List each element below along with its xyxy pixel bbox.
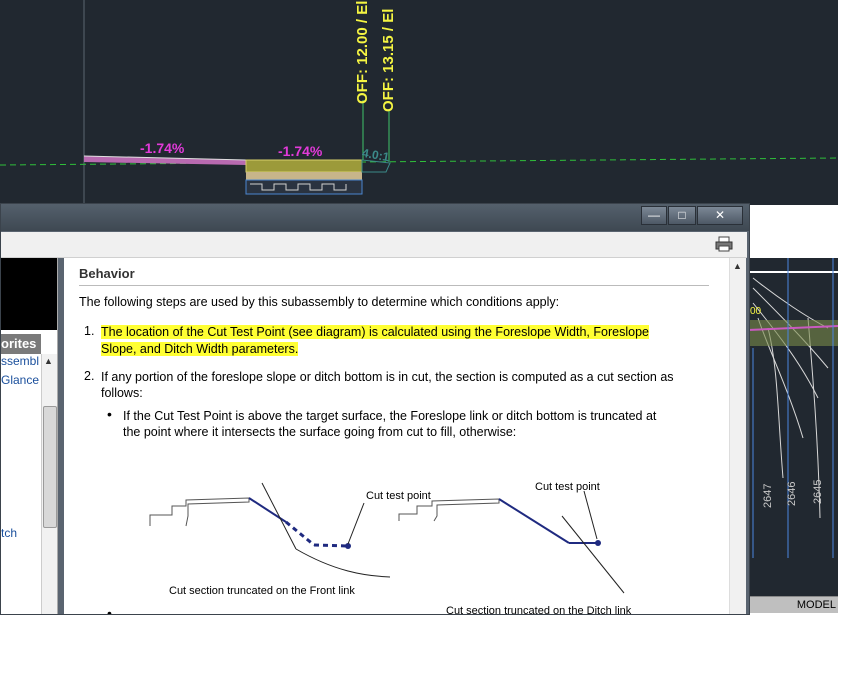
bullet-1-line-1: If the Cut Test Point is above the targe… (123, 409, 657, 423)
step-2-number: 2. (84, 369, 95, 383)
step-2-line-2: follows: (101, 386, 143, 400)
model-tab[interactable]: MODEL (748, 596, 838, 613)
cad-section-graphics (0, 0, 838, 205)
maximize-button[interactable]: □ (668, 206, 696, 225)
print-icon[interactable] (715, 236, 733, 252)
minimize-button[interactable]: — (641, 206, 667, 225)
bullet-dot-2: • (107, 605, 112, 614)
offset-label-2: OFF: 13.15 / El (380, 8, 397, 112)
section-heading: Behavior (79, 266, 135, 281)
right-diagram-caption: Cut section truncated on the Ditch link (446, 605, 632, 614)
nav-item-ditch[interactable]: tch (1, 526, 17, 540)
heading-divider (79, 285, 709, 286)
model-tab-label: MODEL (796, 599, 836, 611)
contour-graphics (748, 258, 838, 558)
content-scrollbar[interactable]: ▲ (729, 258, 746, 614)
bullet-dot: • (107, 406, 112, 422)
step-2-line-1: If any portion of the foreslope slope or… (101, 370, 674, 384)
nav-scroll-thumb[interactable] (43, 406, 57, 528)
intro-text: The following steps are used by this sub… (79, 295, 560, 309)
margin-strip (838, 0, 863, 612)
right-cut-test-point-label: Cut test point (535, 481, 600, 493)
help-toolbar (1, 232, 747, 258)
cad-plan-viewport[interactable]: 00 2647 2646 2645 (748, 258, 838, 612)
left-cut-test-point-label: Cut test point (366, 490, 431, 502)
nav-preview-image (1, 258, 57, 330)
favorites-tab[interactable]: orites (1, 334, 41, 354)
scroll-up-arrow-icon[interactable]: ▲ (44, 356, 53, 366)
step-1-line-1: The location of the Cut Test Point (see … (101, 325, 649, 339)
contour-label-2647: 2647 (762, 483, 774, 508)
cad-drawing-area[interactable]: OFF: 12.00 / El OFF: 13.15 / El -1.74% -… (0, 0, 838, 205)
help-content: Behavior The following steps are used by… (64, 258, 729, 614)
left-diagram-caption: Cut section truncated on the Front link (169, 585, 355, 597)
step-1-number: 1. (84, 324, 95, 338)
slope-label-right: -1.74% (278, 143, 323, 159)
bullet-1-line-2: the point where it intersects the surfac… (123, 425, 517, 439)
step-1-line-2: Slope, and Ditch Width parameters. (101, 342, 299, 356)
side-label-00: 00 (750, 306, 762, 317)
nav-item-subassembly[interactable]: ssembl (1, 354, 39, 368)
offset-label-1: OFF: 12.00 / El (354, 0, 371, 104)
slope-label-left: -1.74% (140, 140, 185, 156)
nav-scrollbar[interactable]: ▲ (41, 354, 57, 614)
help-window: — □ ✕ orites ssembl Glance tch ▲ Behavio… (0, 203, 750, 615)
contour-label-2645: 2645 (812, 479, 824, 504)
content-scroll-up-icon[interactable]: ▲ (733, 261, 742, 271)
window-titlebar[interactable]: — □ ✕ (1, 204, 749, 231)
contour-label-2646: 2646 (786, 481, 798, 506)
nav-pane: orites ssembl Glance tch ▲ (1, 258, 58, 614)
nav-item-at-a-glance[interactable]: Glance (1, 373, 39, 387)
close-button[interactable]: ✕ (697, 206, 743, 225)
